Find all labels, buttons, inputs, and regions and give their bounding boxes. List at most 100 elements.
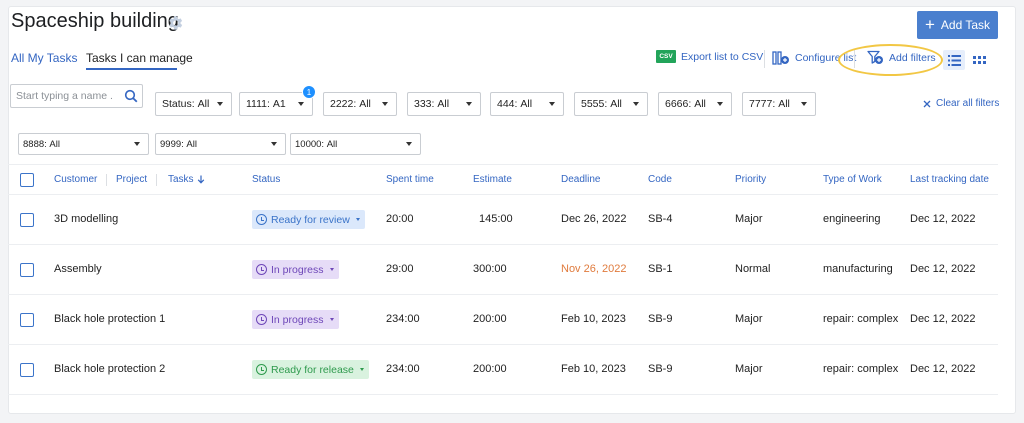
chevron-down-icon bbox=[359, 368, 364, 371]
clock-icon bbox=[256, 314, 267, 325]
filter-10000[interactable]: 10000: All bbox=[290, 133, 421, 155]
column-header-tasks[interactable]: Tasks bbox=[168, 174, 205, 185]
task-name[interactable]: Assembly bbox=[54, 263, 102, 275]
filter-2222[interactable]: 2222: All bbox=[323, 92, 397, 116]
type-of-work: manufacturing bbox=[823, 263, 893, 275]
chevron-down-icon bbox=[271, 142, 277, 146]
clock-icon bbox=[256, 364, 267, 375]
column-header-type-of-work[interactable]: Type of Work bbox=[823, 174, 882, 185]
status-dropdown[interactable]: Ready for review bbox=[252, 210, 365, 229]
deadline: Dec 26, 2022 bbox=[561, 213, 627, 225]
type-of-work: repair: complex bbox=[823, 313, 899, 325]
spent-time: 234:00 bbox=[386, 313, 420, 325]
estimate: 145:00 bbox=[479, 213, 513, 225]
status-dropdown[interactable]: In progress bbox=[252, 310, 339, 329]
code: SB-9 bbox=[648, 313, 673, 325]
chevron-down-icon bbox=[406, 142, 412, 146]
last-tracking-date: Dec 12, 2022 bbox=[910, 313, 976, 325]
export-csv-button[interactable]: CSV Export list to CSV bbox=[656, 50, 763, 63]
header-divider bbox=[156, 174, 157, 186]
clock-icon bbox=[256, 214, 267, 225]
chevron-down-icon bbox=[298, 102, 304, 106]
last-tracking-date: Dec 12, 2022 bbox=[910, 213, 976, 225]
gear-icon[interactable] bbox=[166, 14, 184, 32]
list-view-button[interactable] bbox=[943, 50, 965, 70]
csv-icon: CSV bbox=[656, 50, 676, 63]
add-task-button[interactable]: + Add Task bbox=[917, 11, 998, 39]
type-of-work: engineering bbox=[823, 213, 881, 225]
divider bbox=[8, 294, 998, 295]
status-dropdown[interactable]: In progress bbox=[252, 260, 339, 279]
column-header-project[interactable]: Project bbox=[116, 174, 147, 185]
page-title: Spaceship building bbox=[11, 10, 179, 32]
divider bbox=[8, 164, 998, 165]
deadline-overdue: Nov 26, 2022 bbox=[561, 263, 627, 275]
task-name[interactable]: Black hole protection 1 bbox=[54, 313, 165, 325]
toolbar-divider bbox=[764, 50, 765, 68]
estimate: 200:00 bbox=[473, 363, 507, 375]
estimate: 300:00 bbox=[473, 263, 507, 275]
filter-333[interactable]: 333: All bbox=[407, 92, 481, 116]
divider bbox=[8, 394, 998, 395]
status-dropdown[interactable]: Ready for release bbox=[252, 360, 369, 379]
filter-9999[interactable]: 9999: All bbox=[155, 133, 286, 155]
estimate: 200:00 bbox=[473, 313, 507, 325]
search-icon[interactable] bbox=[124, 89, 138, 103]
filter-8888[interactable]: 8888: All bbox=[18, 133, 149, 155]
task-name[interactable]: 3D modelling bbox=[54, 213, 118, 225]
close-icon bbox=[923, 100, 931, 107]
last-tracking-date: Dec 12, 2022 bbox=[910, 363, 976, 375]
priority: Normal bbox=[735, 263, 771, 275]
column-header-priority[interactable]: Priority bbox=[735, 174, 766, 185]
chevron-down-icon bbox=[633, 102, 639, 106]
task-name[interactable]: Black hole protection 2 bbox=[54, 363, 165, 375]
active-filter-count-badge: 1 bbox=[302, 85, 316, 99]
chevron-down-icon bbox=[217, 102, 223, 106]
select-all-checkbox[interactable] bbox=[20, 173, 34, 187]
divider bbox=[8, 244, 998, 245]
column-header-customer[interactable]: Customer bbox=[54, 174, 97, 185]
row-checkbox[interactable] bbox=[20, 213, 34, 227]
row-checkbox[interactable] bbox=[20, 363, 34, 377]
spent-time: 29:00 bbox=[386, 263, 414, 275]
chevron-down-icon bbox=[549, 102, 555, 106]
filter-status[interactable]: Status: All bbox=[155, 92, 232, 116]
column-header-last-tracking-date[interactable]: Last tracking date bbox=[910, 174, 989, 185]
column-header-status[interactable]: Status bbox=[252, 174, 280, 185]
add-filters-highlight bbox=[838, 44, 943, 76]
column-header-code[interactable]: Code bbox=[648, 174, 672, 185]
priority: Major bbox=[735, 213, 763, 225]
spent-time: 20:00 bbox=[386, 213, 414, 225]
code: SB-4 bbox=[648, 213, 673, 225]
code: SB-1 bbox=[648, 263, 673, 275]
column-header-estimate[interactable]: Estimate bbox=[473, 174, 512, 185]
filter-5555[interactable]: 5555: All bbox=[574, 92, 648, 116]
divider bbox=[8, 194, 998, 195]
search-box bbox=[10, 84, 143, 108]
last-tracking-date: Dec 12, 2022 bbox=[910, 263, 976, 275]
clear-all-filters-button[interactable]: Clear all filters bbox=[923, 98, 999, 109]
type-of-work: repair: complex bbox=[823, 363, 899, 375]
deadline: Feb 10, 2023 bbox=[561, 363, 626, 375]
list-view-icon bbox=[947, 54, 961, 66]
tab-tasks-i-can-manage[interactable]: Tasks I can manage bbox=[86, 51, 193, 65]
search-input[interactable] bbox=[14, 87, 114, 105]
sort-arrow-down-icon bbox=[197, 175, 204, 184]
divider bbox=[8, 344, 998, 345]
filter-7777[interactable]: 7777: All bbox=[742, 92, 816, 116]
chevron-down-icon bbox=[329, 318, 334, 321]
spent-time: 234:00 bbox=[386, 363, 420, 375]
plus-icon: + bbox=[924, 15, 935, 34]
configure-list-icon bbox=[772, 51, 789, 65]
row-checkbox[interactable] bbox=[20, 263, 34, 277]
row-checkbox[interactable] bbox=[20, 313, 34, 327]
filter-6666[interactable]: 6666: All bbox=[658, 92, 732, 116]
priority: Major bbox=[735, 313, 763, 325]
tab-all-my-tasks[interactable]: All My Tasks bbox=[11, 51, 77, 65]
deadline: Feb 10, 2023 bbox=[561, 313, 626, 325]
column-header-spent-time[interactable]: Spent time bbox=[386, 174, 434, 185]
grid-view-button[interactable] bbox=[968, 50, 990, 70]
filter-1111[interactable]: 1111: A1 bbox=[239, 92, 313, 116]
filter-444[interactable]: 444: All bbox=[490, 92, 564, 116]
column-header-deadline[interactable]: Deadline bbox=[561, 174, 600, 185]
